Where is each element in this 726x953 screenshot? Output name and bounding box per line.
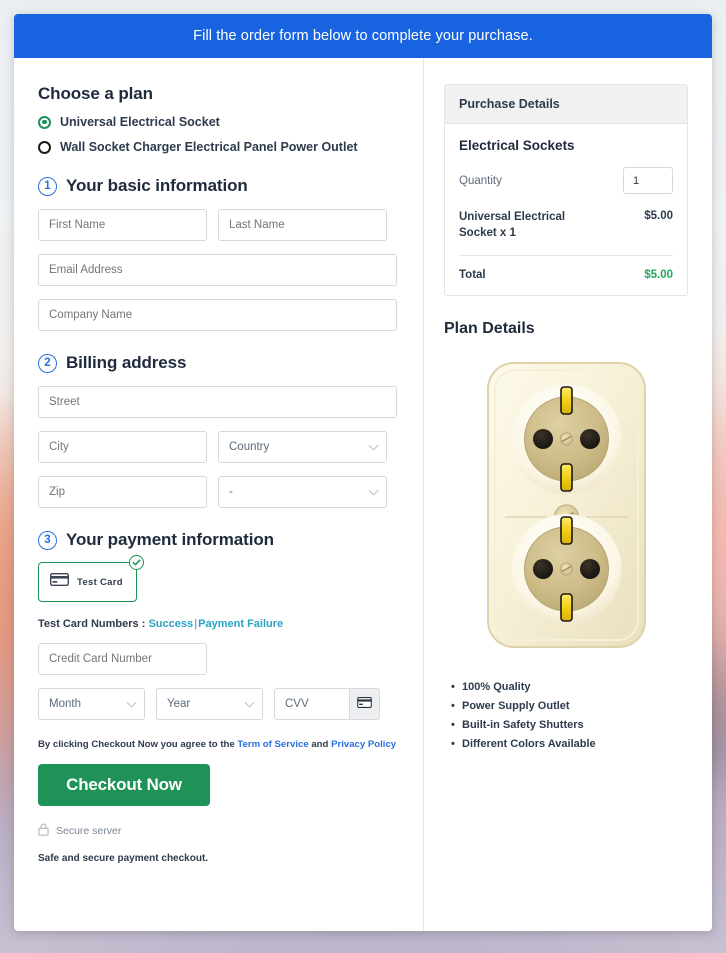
test-card-failure-link[interactable]: Payment Failure <box>198 618 283 630</box>
first-name-input[interactable] <box>38 209 207 241</box>
step-label: Your basic information <box>66 176 248 195</box>
step-billing-address: 2 Billing address <box>38 353 397 373</box>
step-basic-information: 1 Your basic information <box>38 176 397 196</box>
chevron-down-icon <box>244 697 255 708</box>
plan-details-title: Plan Details <box>444 320 535 338</box>
payment-method-tile-wrap: Test Card <box>38 555 144 602</box>
zip-state-row: - <box>38 476 397 508</box>
electrical-socket-product-image <box>485 360 648 655</box>
test-card-prefix: Test Card Numbers : <box>38 618 146 630</box>
product-name: Electrical Sockets <box>459 138 575 153</box>
plan-option-universal[interactable]: Universal Electrical Socket <box>38 115 397 129</box>
step-number: 1 <box>38 176 57 196</box>
card-number-row <box>38 643 397 675</box>
credit-card-icon <box>49 572 70 591</box>
cvv-help-button[interactable] <box>349 689 379 719</box>
check-circle-icon <box>129 555 144 570</box>
terms-agreement: By clicking Checkout Now you agree to th… <box>38 739 397 750</box>
terms-prefix: By clicking Checkout Now you agree to th… <box>38 739 235 750</box>
cvv-input[interactable]: CVV <box>275 698 349 710</box>
page-banner: Fill the order form below to complete yo… <box>14 14 712 58</box>
company-name-input[interactable] <box>38 299 397 331</box>
city-input[interactable] <box>38 431 207 463</box>
summary-column: Purchase Details Electrical Sockets Quan… <box>424 58 712 931</box>
banner-text: Fill the order form below to complete yo… <box>193 28 533 44</box>
expiry-year-value: Year <box>167 698 191 710</box>
privacy-policy-link[interactable]: Privacy Policy <box>331 739 396 750</box>
cvv-group: CVV <box>274 688 380 720</box>
chevron-down-icon <box>368 440 379 451</box>
city-country-row: Country <box>38 431 397 463</box>
secure-server-notice: Secure server <box>38 823 397 839</box>
purchase-details-header: Purchase Details <box>445 85 687 124</box>
expiry-year-select[interactable]: Year <box>156 688 263 720</box>
radio-universal-socket[interactable] <box>38 115 51 129</box>
total-label: Total <box>459 269 486 282</box>
checkout-now-button[interactable]: Checkout Now <box>38 764 210 806</box>
payment-footnote: Safe and secure payment checkout. <box>38 853 209 864</box>
feature-item: Different Colors Available <box>451 738 688 750</box>
card-body: Choose a plan Universal Electrical Socke… <box>14 58 712 931</box>
plan-features-list: 100% Quality Power Supply Outlet Built-i… <box>451 681 688 750</box>
choose-plan-title: Choose a plan <box>38 84 153 103</box>
company-field-row <box>38 299 397 331</box>
payment-method-label: Test Card <box>77 576 123 588</box>
lock-icon <box>38 823 49 839</box>
feature-item: 100% Quality <box>451 681 688 693</box>
quantity-input[interactable]: 1 <box>623 167 673 194</box>
feature-item: Built-in Safety Shutters <box>451 719 688 731</box>
line-item-name: Universal Electrical Socket x 1 <box>459 211 566 239</box>
state-select-value: - <box>229 486 233 498</box>
order-form-column: Choose a plan Universal Electrical Socke… <box>14 58 424 931</box>
quantity-row: Quantity 1 <box>459 167 673 194</box>
total-row: Total $5.00 <box>459 256 673 281</box>
checkout-card: Fill the order form below to complete yo… <box>14 14 712 931</box>
credit-card-number-input[interactable] <box>38 643 207 675</box>
country-select-value: Country <box>229 441 270 453</box>
plan-option-label: Wall Socket Charger Electrical Panel Pow… <box>60 140 358 154</box>
street-input[interactable] <box>38 386 397 418</box>
email-field-row <box>38 254 397 286</box>
product-image-wrap <box>444 360 688 655</box>
email-input[interactable] <box>38 254 397 286</box>
test-card-numbers: Test Card Numbers : Success|Payment Fail… <box>38 618 397 630</box>
plan-option-wall-socket[interactable]: Wall Socket Charger Electrical Panel Pow… <box>38 140 397 154</box>
credit-card-icon <box>357 695 372 713</box>
expiry-month-select[interactable]: Month <box>38 688 145 720</box>
step-number: 2 <box>38 353 57 373</box>
quantity-label: Quantity <box>459 174 502 187</box>
step-number: 3 <box>38 530 57 550</box>
test-card-success-link[interactable]: Success <box>148 618 193 630</box>
expiry-month-value: Month <box>49 698 81 710</box>
line-item-price: $5.00 <box>644 210 673 222</box>
plan-option-label: Universal Electrical Socket <box>60 115 220 129</box>
purchase-details-panel: Purchase Details Electrical Sockets Quan… <box>444 84 688 297</box>
country-select[interactable]: Country <box>218 431 387 463</box>
expiry-cvv-row: Month Year CVV <box>38 688 397 720</box>
step-payment-information: 3 Your payment information <box>38 530 397 550</box>
step-label: Your payment information <box>66 530 274 549</box>
state-select[interactable]: - <box>218 476 387 508</box>
line-item-row: Universal Electrical Socket x 1 $5.00 <box>459 210 673 257</box>
last-name-input[interactable] <box>218 209 387 241</box>
chevron-down-icon <box>368 485 379 496</box>
zip-input[interactable] <box>38 476 207 508</box>
purchase-details-body: Electrical Sockets Quantity 1 Universal … <box>445 124 687 295</box>
street-field-row <box>38 386 397 418</box>
name-field-row <box>38 209 397 241</box>
payment-method-test-card[interactable]: Test Card <box>38 562 137 602</box>
total-value: $5.00 <box>644 269 673 282</box>
step-label: Billing address <box>66 353 187 372</box>
radio-wall-socket[interactable] <box>38 140 51 154</box>
terms-of-service-link[interactable]: Term of Service <box>237 739 308 750</box>
secure-server-label: Secure server <box>56 825 122 837</box>
feature-item: Power Supply Outlet <box>451 700 688 712</box>
chevron-down-icon <box>126 697 137 708</box>
terms-conjunction: and <box>311 739 329 750</box>
